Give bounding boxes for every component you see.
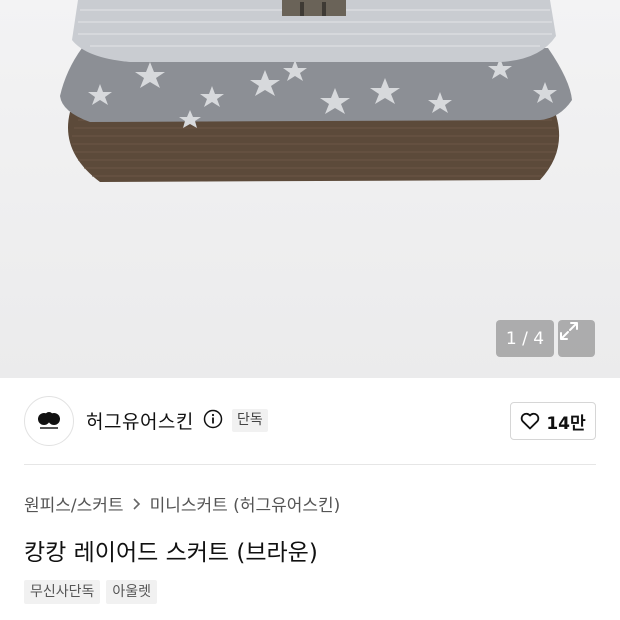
tag-musinsa-exclusive[interactable]: 무신사단독 [24, 580, 101, 604]
image-counter: 1 / 4 [496, 320, 554, 357]
info-icon[interactable] [203, 409, 223, 429]
brand-name[interactable]: 허그유어스킨 [86, 407, 194, 434]
like-button[interactable]: 14만 [510, 402, 596, 440]
like-count: 14만 [546, 413, 586, 434]
brand-logo[interactable] [24, 396, 74, 446]
product-image-gallery[interactable]: 1 / 4 [0, 0, 620, 378]
expand-button[interactable] [558, 320, 595, 357]
breadcrumb-category[interactable]: 원피스/스커트 [24, 491, 124, 516]
expand-icon [560, 322, 578, 340]
brand-logo-icon [38, 412, 60, 429]
heart-icon [521, 412, 540, 430]
breadcrumb: 원피스/스커트 미니스커트 (허그유어스킨) [24, 491, 340, 516]
product-tags: 무신사단독 아울렛 [24, 580, 158, 604]
breadcrumb-subcategory[interactable]: 미니스커트 (허그유어스킨) [150, 491, 341, 516]
exclusive-badge: 단독 [232, 409, 268, 432]
chevron-right-icon [133, 497, 140, 510]
divider [24, 464, 596, 465]
product-title: 캉캉 레이어드 스커트 (브라운) [24, 540, 318, 566]
tag-outlet[interactable]: 아울렛 [106, 580, 158, 604]
